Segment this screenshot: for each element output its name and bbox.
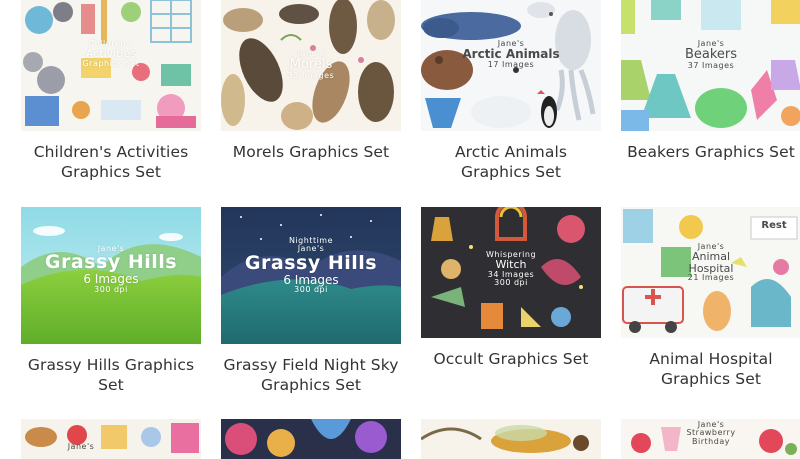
product-title[interactable]: Arctic Animals Graphics Set xyxy=(421,142,601,182)
product-title[interactable]: Animal Hospital Graphics Set xyxy=(621,349,800,389)
product-thumbnail[interactable]: Jane's xyxy=(21,419,201,459)
thumb-text: 33 Images xyxy=(287,71,335,81)
product-thumbnail[interactable]: Jane's Grassy Hills 6 Images 300 dpi xyxy=(21,207,201,344)
food-illustration xyxy=(21,419,201,459)
thumb-text: 37 Images xyxy=(687,61,735,71)
product-title[interactable]: Morels Graphics Set xyxy=(221,142,401,162)
product-thumbnail[interactable]: Jane's Beakers 37 Images xyxy=(621,0,800,131)
product-thumbnail[interactable] xyxy=(221,419,401,459)
product-thumbnail[interactable]: Jane's Morels 33 Images xyxy=(221,0,401,131)
thumb-text: Grassy Hills xyxy=(244,251,378,274)
product-title[interactable]: Children's Activities Graphics Set xyxy=(21,142,201,182)
product-thumbnail[interactable]: Jane's Arctic Animals 17 Images xyxy=(421,0,601,131)
thumb-text: Beakers xyxy=(684,47,738,63)
product-title[interactable]: Beakers Graphics Set xyxy=(621,142,800,162)
product-title[interactable]: Occult Graphics Set xyxy=(421,349,601,369)
product-title[interactable]: Grassy Field Night Sky Graphics Set xyxy=(221,355,401,395)
thumb-text: Birthday xyxy=(692,436,730,446)
thumb-text: Rest xyxy=(761,220,787,231)
thumb-text: Morels xyxy=(289,57,333,73)
floral-illustration xyxy=(221,419,401,459)
product-thumbnail[interactable]: Children's Activities Graphics Set xyxy=(21,0,201,131)
thumb-text: 17 Images xyxy=(487,59,535,69)
thumb-text: 300 dpi xyxy=(294,285,328,295)
thumb-text: Jane's xyxy=(67,442,95,451)
product-thumbnail[interactable]: Whispering Witch 34 Images 300 dpi xyxy=(421,207,601,338)
thumb-text: Grassy Hills xyxy=(44,251,178,274)
product-title[interactable]: Grassy Hills Graphics Set xyxy=(21,355,201,395)
product-thumbnail[interactable]: Jane's Animal Hospital 21 Images Rest xyxy=(621,207,800,338)
product-thumbnail[interactable]: Jane's Strawberry Birthday xyxy=(621,419,800,459)
product-thumbnail[interactable] xyxy=(421,419,601,459)
thumb-text: 21 Images xyxy=(687,273,735,283)
thumb-text: Graphics Set xyxy=(82,58,140,68)
thumb-text: 300 dpi xyxy=(494,278,528,288)
product-thumbnail[interactable]: Nighttime Jane's Grassy Hills 6 Images 3… xyxy=(221,207,401,344)
thumb-text: 300 dpi xyxy=(94,284,128,294)
insect-illustration xyxy=(421,419,601,459)
